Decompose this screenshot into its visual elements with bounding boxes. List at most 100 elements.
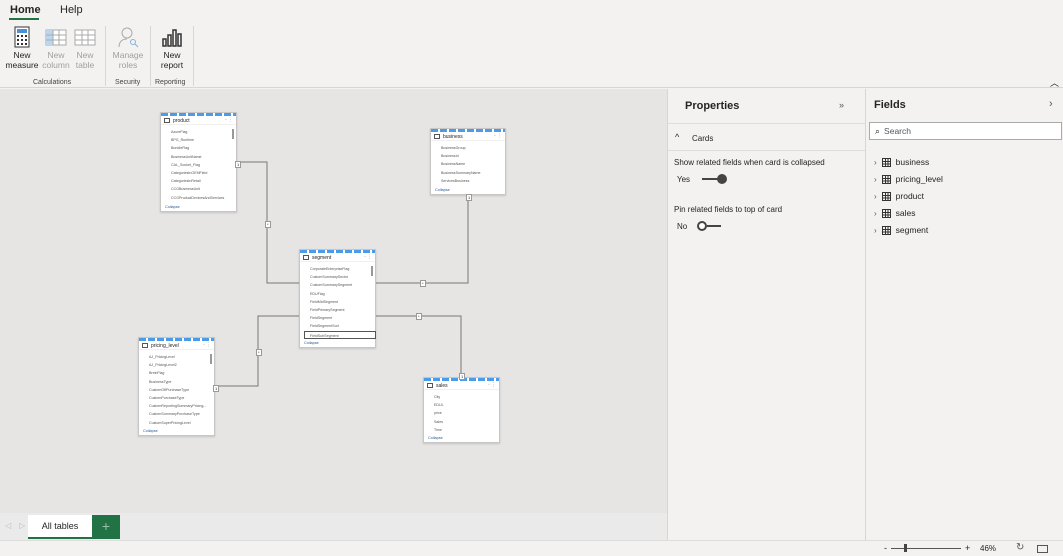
pin-related-toggle[interactable] — [697, 221, 723, 231]
field-item[interactable]: BusinessId — [441, 152, 505, 160]
add-layout-button[interactable]: + — [92, 515, 120, 539]
field-item[interactable]: EDUFlag — [310, 290, 375, 298]
field-item[interactable]: FieldSubSegment — [304, 330, 376, 339]
chevron-right-icon[interactable]: › — [874, 226, 877, 235]
collapse-link[interactable]: Collapse — [143, 429, 158, 433]
new-report-button[interactable]: New report — [155, 26, 189, 70]
field-item[interactable]: CustomSummarySector — [310, 273, 375, 281]
new-measure-button[interactable]: New measure — [5, 26, 39, 70]
fit-to-screen-icon[interactable] — [1037, 545, 1048, 553]
new-table-button[interactable]: New table — [68, 26, 102, 70]
chevron-right-icon[interactable]: › — [874, 175, 877, 184]
field-item[interactable]: CCGProductDevicesAndServices — [171, 194, 236, 202]
field-item[interactable]: CustomPurchaseType — [149, 394, 214, 402]
field-item[interactable]: CustomReportingSummaryPricing... — [149, 402, 214, 410]
scroll-left-icon[interactable]: ◁ — [5, 521, 11, 530]
table-card-pricing_level[interactable]: pricing_level ◦ ⋮ AJ_PricingLevel AJ_Pricin… — [138, 337, 215, 436]
field-table-segment[interactable]: › segment — [874, 225, 928, 235]
table-name: sales — [436, 383, 448, 389]
field-item[interactable]: Sales — [434, 418, 499, 426]
field-item[interactable]: CustomSummarySegment — [310, 281, 375, 289]
field-item[interactable]: FieldSegmentSort — [310, 322, 375, 330]
field-item[interactable]: AzureFlag — [171, 128, 236, 136]
field-item[interactable]: BusinessSummaryName — [441, 169, 505, 177]
collapse-link[interactable]: Collapse — [428, 436, 443, 440]
field-item[interactable]: BusinessUnitName — [171, 153, 236, 161]
chevron-right-icon[interactable]: › — [1049, 98, 1053, 110]
zoom-slider[interactable] — [891, 548, 961, 549]
section-cards[interactable]: Cards — [692, 134, 713, 143]
tab-help[interactable]: Help — [60, 4, 83, 16]
field-item[interactable]: CustomSuperPricingLevel — [149, 419, 214, 427]
field-item[interactable]: ServicesBusiness — [441, 177, 505, 185]
chevron-up-icon[interactable]: ^ — [675, 132, 679, 142]
more-options-icon[interactable]: ◦ ⋮ — [203, 342, 211, 348]
field-item[interactable]: BusinessName — [441, 160, 505, 168]
cardinality-one: 1 — [466, 194, 473, 201]
field-table-product[interactable]: › product — [874, 191, 924, 201]
card-header[interactable]: product ◦ ⋮ — [161, 116, 236, 125]
field-table-sales[interactable]: › sales — [874, 208, 916, 218]
field-item[interactable]: City — [434, 393, 499, 401]
tab-all-tables[interactable]: All tables — [28, 515, 92, 539]
search-input[interactable]: ⌕ Search — [869, 122, 1062, 140]
field-item[interactable]: price — [434, 409, 499, 417]
tab-home[interactable]: Home — [10, 4, 41, 16]
field-item[interactable]: FieldPrimarySegment — [310, 306, 375, 314]
model-canvas[interactable]: product ◦ ⋮ AzureFlag BPG_Runtime BundleFlag… — [0, 89, 667, 513]
field-item[interactable]: CustomSummaryPurchaseType — [149, 410, 214, 418]
field-item[interactable]: BusinessType — [149, 378, 214, 386]
scrollbar[interactable] — [210, 354, 212, 364]
table-card-business[interactable]: business ◦ ⋮ BusinessGroup BusinessId Busine… — [430, 128, 506, 195]
label: New — [76, 50, 94, 60]
field-item[interactable]: Time — [434, 426, 499, 434]
field-item[interactable]: EDUL — [434, 401, 499, 409]
field-table-business[interactable]: › business — [874, 157, 929, 167]
zoom-in-button[interactable]: + — [965, 543, 970, 553]
field-item[interactable]: CorporateEnterpriseFlag — [310, 265, 375, 273]
zoom-slider-thumb[interactable] — [904, 544, 907, 552]
card-header[interactable]: segment ◦ ⋮ — [300, 253, 375, 262]
collapse-pane-icon[interactable]: » — [839, 100, 844, 110]
field-table-label: segment — [895, 225, 929, 235]
field-item[interactable]: FieldMidSegment — [310, 298, 375, 306]
scrollbar[interactable] — [232, 129, 234, 139]
field-item[interactable]: FieldSegment — [310, 314, 375, 322]
table-card-sales[interactable]: sales ◦ ⋮ City EDUL price Sales Time Collapse — [423, 377, 500, 443]
collapse-link[interactable]: Collapse — [435, 188, 450, 192]
zoom-out-button[interactable]: - — [884, 543, 887, 553]
field-item[interactable]: AJ_PricingLevel — [149, 353, 214, 361]
field-item[interactable]: BundleFlag — [171, 144, 236, 152]
field-table-label: pricing_level — [895, 174, 943, 184]
more-options-icon[interactable]: ◦ ⋮ — [225, 117, 233, 123]
scroll-right-icon[interactable]: ▷ — [19, 521, 25, 530]
manage-roles-button[interactable]: Manage roles — [111, 26, 145, 70]
more-options-icon[interactable]: ◦ ⋮ — [364, 254, 372, 260]
collapse-link[interactable]: Collapse — [304, 341, 319, 345]
collapse-ribbon-icon[interactable]: ︿ — [1050, 76, 1059, 89]
field-item[interactable]: CCGBusinessUnit — [171, 185, 236, 193]
field-item[interactable]: CategoriesInOEMField — [171, 169, 236, 177]
reset-icon[interactable]: ↻ — [1016, 542, 1024, 553]
collapse-link[interactable]: Collapse — [165, 205, 180, 209]
field-table-pricing_level[interactable]: › pricing_level — [874, 174, 943, 184]
field-item[interactable]: AJ_PricingLevel2 — [149, 361, 214, 369]
card-header[interactable]: pricing_level ◦ ⋮ — [139, 341, 214, 350]
field-item[interactable]: CategoriesInRetail — [171, 177, 236, 185]
show-related-toggle[interactable] — [702, 174, 728, 184]
field-item[interactable]: CustomOffPurchaseType — [149, 386, 214, 394]
scrollbar[interactable] — [371, 266, 373, 276]
chevron-right-icon[interactable]: › — [874, 192, 877, 201]
field-item[interactable]: BPG_Runtime — [171, 136, 236, 144]
card-header[interactable]: sales ◦ ⋮ — [424, 381, 499, 390]
field-item[interactable]: BreinFlag — [149, 369, 214, 377]
more-options-icon[interactable]: ◦ ⋮ — [488, 382, 496, 388]
table-card-product[interactable]: product ◦ ⋮ AzureFlag BPG_Runtime BundleFlag… — [160, 112, 237, 212]
more-options-icon[interactable]: ◦ ⋮ — [494, 133, 502, 139]
chevron-right-icon[interactable]: › — [874, 158, 877, 167]
table-card-segment[interactable]: segment ◦ ⋮ CorporateEnterpriseFlag CustomS… — [299, 249, 376, 348]
field-item[interactable]: BusinessGroup — [441, 144, 505, 152]
field-item[interactable]: CAL_Socket_Flag — [171, 161, 236, 169]
chevron-right-icon[interactable]: › — [874, 209, 877, 218]
card-header[interactable]: business ◦ ⋮ — [431, 132, 505, 141]
